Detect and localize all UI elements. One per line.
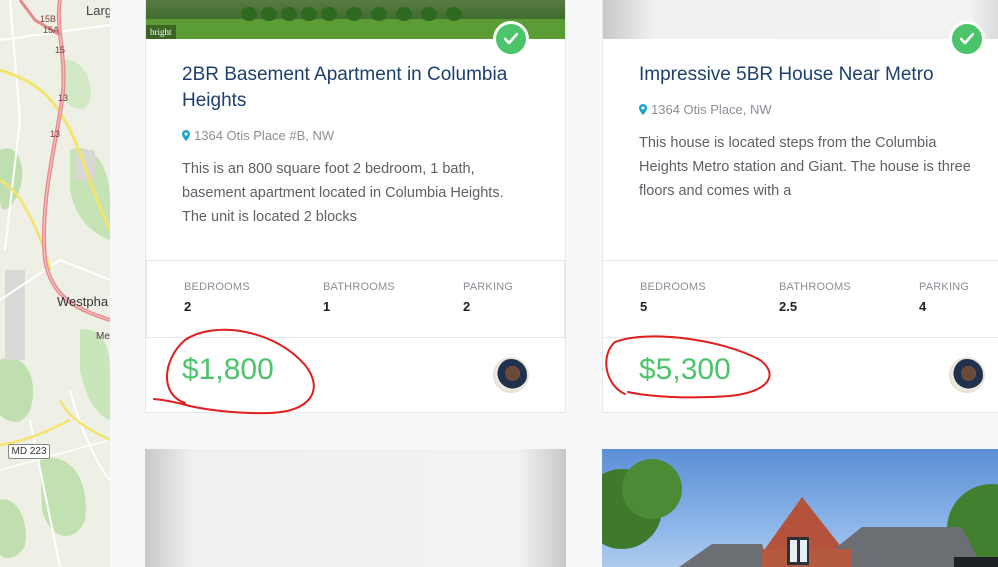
stat-value: 2.5 (779, 299, 798, 314)
stat-bathrooms: BATHROOMS 2.5 (779, 281, 851, 314)
map-panel[interactable]: Larg 15B 15A 15 13 13 Westpha Me MD 223 (0, 0, 110, 567)
listing-stats: BEDROOMS 5 BATHROOMS 2.5 PARKING 4 (603, 260, 998, 338)
agent-avatar[interactable] (949, 357, 985, 393)
map-label-largo: Larg (86, 3, 110, 18)
listing-photo[interactable] (602, 449, 998, 567)
photo-bush (346, 7, 362, 21)
stat-bedrooms: BEDROOMS 2 (184, 281, 250, 314)
stat-label: BEDROOMS (640, 281, 706, 293)
map-route-label: 15A (43, 25, 60, 35)
stat-label: BEDROOMS (184, 281, 250, 293)
stat-label: PARKING (463, 281, 514, 293)
listing-photo-placeholder[interactable] (145, 449, 566, 567)
listing-description: This house is located steps from the Col… (639, 135, 971, 199)
photo-bush (421, 7, 437, 21)
mls-brand-badge: bright (146, 25, 176, 39)
stat-bathrooms: BATHROOMS 1 (323, 281, 395, 314)
map-route-label: 15B (40, 14, 57, 24)
map-route-shield: MD 223 (8, 444, 50, 459)
listing-address-text: 1364 Otis Place, NW (651, 102, 772, 117)
photo-bush (396, 7, 412, 21)
listing-card[interactable] (602, 449, 998, 567)
listing-title[interactable]: Impressive 5BR House Near Metro (639, 62, 998, 88)
photo-bush (301, 7, 317, 21)
listing-price: $5,300 (639, 353, 731, 386)
listing-card[interactable] (145, 449, 566, 567)
map-route-label: 15 (55, 45, 66, 55)
map-pin-icon (182, 130, 190, 141)
map-pin-icon (639, 104, 647, 115)
map-roads (0, 0, 110, 567)
listing-price: $1,800 (182, 353, 274, 386)
photo-bush (281, 7, 297, 21)
stat-label: PARKING (919, 281, 970, 293)
stat-parking: PARKING 2 (463, 281, 513, 314)
map-label-me: Me (96, 331, 110, 342)
listing-address: 1364 Otis Place #B, NW (182, 128, 334, 143)
listing-card[interactable]: bright 2BR Basement Apartment in Columbi… (145, 0, 566, 413)
listing-photo[interactable] (603, 0, 998, 39)
photo-bush (371, 7, 387, 21)
listing-address-text: 1364 Otis Place #B, NW (194, 128, 335, 143)
map-label-westphalia: Westpha (57, 294, 109, 309)
stat-label: BATHROOMS (779, 281, 851, 293)
map-route-label: 13 (50, 129, 61, 139)
photo-bush (241, 7, 257, 21)
photo-bush (321, 7, 337, 21)
check-icon (960, 33, 974, 45)
stat-value: 2 (463, 299, 471, 314)
verified-badge (949, 21, 985, 57)
agent-avatar[interactable] (493, 357, 529, 393)
map-route-label: 13 (58, 93, 69, 103)
listing-card[interactable]: Impressive 5BR House Near Metro 1364 Oti… (602, 0, 998, 413)
listing-description: This is an 800 square foot 2 bedroom, 1 … (182, 161, 504, 225)
stat-label: BATHROOMS (323, 281, 395, 293)
stat-value: 2 (184, 299, 192, 314)
listing-address: 1364 Otis Place, NW (639, 102, 772, 117)
verified-badge (493, 21, 529, 57)
stat-value: 5 (640, 299, 648, 314)
stat-parking: PARKING 4 (919, 281, 969, 314)
photo-bush (446, 7, 462, 21)
stat-bedrooms: BEDROOMS 5 (640, 281, 706, 314)
listing-title[interactable]: 2BR Basement Apartment in Columbia Heigh… (182, 62, 542, 114)
stat-value: 4 (919, 299, 927, 314)
photo-bush (261, 7, 277, 21)
check-icon (504, 33, 518, 45)
listing-stats: BEDROOMS 2 BATHROOMS 1 PARKING 2 (146, 260, 565, 338)
stat-value: 1 (323, 299, 331, 314)
